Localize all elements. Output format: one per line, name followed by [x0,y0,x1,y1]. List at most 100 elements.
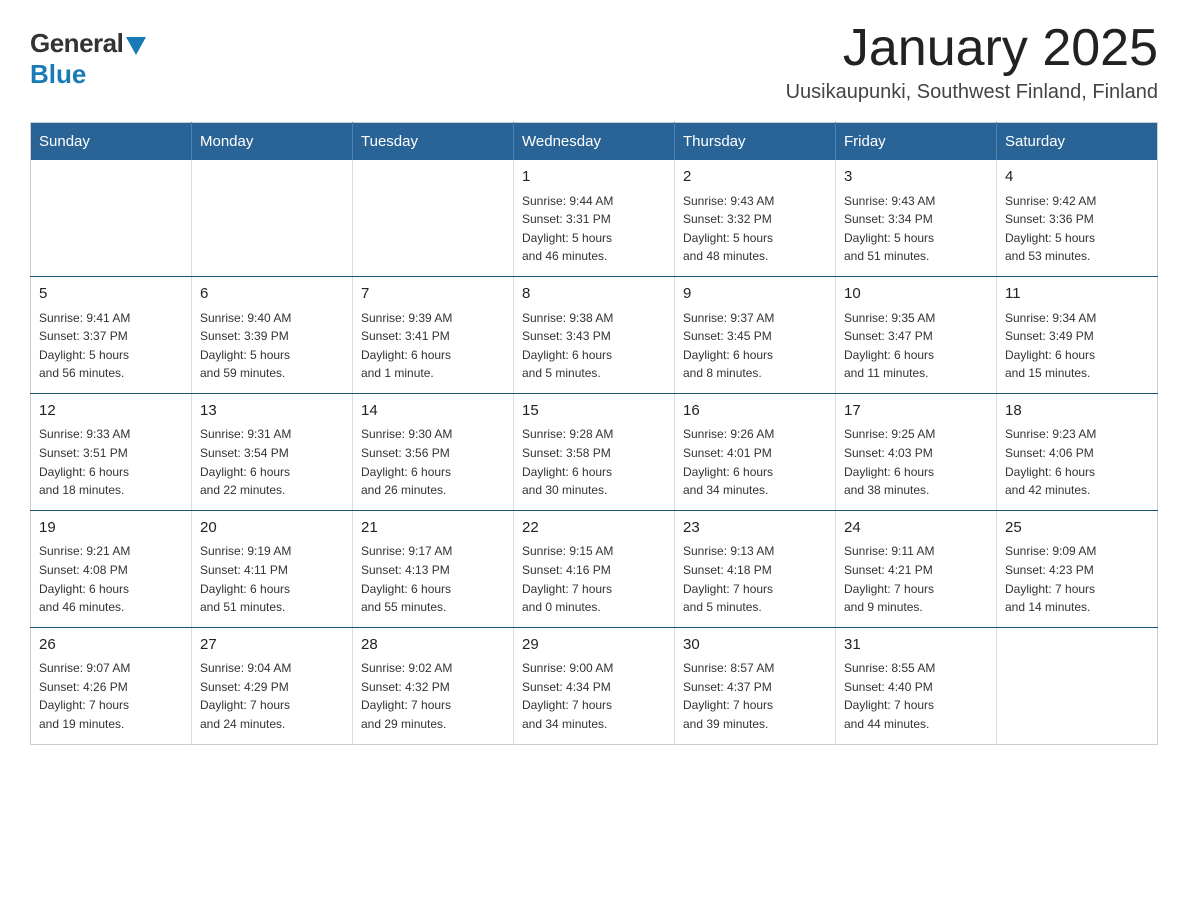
calendar-cell: 12Sunrise: 9:33 AM Sunset: 3:51 PM Dayli… [31,393,192,510]
day-info: Sunrise: 9:17 AM Sunset: 4:13 PM Dayligh… [361,542,505,616]
day-number: 1 [522,166,666,189]
calendar-cell: 14Sunrise: 9:30 AM Sunset: 3:56 PM Dayli… [353,393,514,510]
day-number: 29 [522,634,666,657]
day-of-week-header: Saturday [997,123,1158,161]
calendar-week-row: 5Sunrise: 9:41 AM Sunset: 3:37 PM Daylig… [31,277,1158,394]
day-number: 25 [1005,517,1149,540]
day-info: Sunrise: 9:07 AM Sunset: 4:26 PM Dayligh… [39,659,183,733]
calendar-cell [997,627,1158,744]
calendar-cell: 25Sunrise: 9:09 AM Sunset: 4:23 PM Dayli… [997,510,1158,627]
day-number: 13 [200,400,344,423]
day-number: 28 [361,634,505,657]
day-of-week-header: Wednesday [514,123,675,161]
calendar-cell: 4 Sunrise: 9:42 AM Sunset: 3:36 PM Daylig… [997,160,1158,276]
day-number: 22 [522,517,666,540]
calendar-cell: 17Sunrise: 9:25 AM Sunset: 4:03 PM Dayli… [836,393,997,510]
calendar-cell: 18Sunrise: 9:23 AM Sunset: 4:06 PM Dayli… [997,393,1158,510]
day-info: Sunrise: 9:33 AM Sunset: 3:51 PM Dayligh… [39,425,183,499]
day-info: Sunrise: 9:41 AM Sunset: 3:37 PM Dayligh… [39,309,183,383]
calendar-cell [192,160,353,276]
calendar-cell: 21Sunrise: 9:17 AM Sunset: 4:13 PM Dayli… [353,510,514,627]
calendar-cell: 8Sunrise: 9:38 AM Sunset: 3:43 PM Daylig… [514,277,675,394]
calendar-header-row: SundayMondayTuesdayWednesdayThursdayFrid… [31,123,1158,161]
day-info: Sunrise: 9:00 AM Sunset: 4:34 PM Dayligh… [522,659,666,733]
calendar-table: SundayMondayTuesdayWednesdayThursdayFrid… [30,122,1158,744]
day-info: Sunrise: 9:37 AM Sunset: 3:45 PM Dayligh… [683,309,827,383]
day-info: Sunrise: 9:25 AM Sunset: 4:03 PM Dayligh… [844,425,988,499]
calendar-cell: 16Sunrise: 9:26 AM Sunset: 4:01 PM Dayli… [675,393,836,510]
day-number: 9 [683,283,827,306]
calendar-cell: 23Sunrise: 9:13 AM Sunset: 4:18 PM Dayli… [675,510,836,627]
day-info: Sunrise: 9:43 AM Sunset: 3:34 PM Dayligh… [844,192,988,266]
calendar-cell: 1 Sunrise: 9:44 AM Sunset: 3:31 PM Daylig… [514,160,675,276]
day-number: 7 [361,283,505,306]
day-info: Sunrise: 9:39 AM Sunset: 3:41 PM Dayligh… [361,309,505,383]
calendar-cell: 2 Sunrise: 9:43 AM Sunset: 3:32 PM Daylig… [675,160,836,276]
calendar-week-row: 1 Sunrise: 9:44 AM Sunset: 3:31 PM Daylig… [31,160,1158,276]
day-number: 15 [522,400,666,423]
day-info: Sunrise: 9:26 AM Sunset: 4:01 PM Dayligh… [683,425,827,499]
calendar-cell: 31Sunrise: 8:55 AM Sunset: 4:40 PM Dayli… [836,627,997,744]
title-section: January 2025 Uusikaupunki, Southwest Fin… [786,20,1158,104]
calendar-cell [353,160,514,276]
day-info: Sunrise: 9:42 AM Sunset: 3:36 PM Dayligh… [1005,192,1149,266]
day-number: 30 [683,634,827,657]
day-of-week-header: Monday [192,123,353,161]
calendar-cell: 6Sunrise: 9:40 AM Sunset: 3:39 PM Daylig… [192,277,353,394]
day-number: 10 [844,283,988,306]
calendar-cell: 29Sunrise: 9:00 AM Sunset: 4:34 PM Dayli… [514,627,675,744]
logo: General Blue [30,28,146,90]
day-number: 24 [844,517,988,540]
day-of-week-header: Friday [836,123,997,161]
day-number: 23 [683,517,827,540]
day-info: Sunrise: 9:11 AM Sunset: 4:21 PM Dayligh… [844,542,988,616]
day-of-week-header: Thursday [675,123,836,161]
calendar-week-row: 26Sunrise: 9:07 AM Sunset: 4:26 PM Dayli… [31,627,1158,744]
day-number: 18 [1005,400,1149,423]
day-number: 26 [39,634,183,657]
day-info: Sunrise: 9:13 AM Sunset: 4:18 PM Dayligh… [683,542,827,616]
logo-general-text: General [30,28,123,59]
calendar-cell: 30Sunrise: 8:57 AM Sunset: 4:37 PM Dayli… [675,627,836,744]
logo-blue-text: Blue [30,59,86,90]
day-info: Sunrise: 9:35 AM Sunset: 3:47 PM Dayligh… [844,309,988,383]
calendar-cell: 9 Sunrise: 9:37 AM Sunset: 3:45 PM Daylig… [675,277,836,394]
calendar-cell: 22Sunrise: 9:15 AM Sunset: 4:16 PM Dayli… [514,510,675,627]
day-info: Sunrise: 9:23 AM Sunset: 4:06 PM Dayligh… [1005,425,1149,499]
day-info: Sunrise: 8:57 AM Sunset: 4:37 PM Dayligh… [683,659,827,733]
day-info: Sunrise: 9:44 AM Sunset: 3:31 PM Dayligh… [522,192,666,266]
day-number: 19 [39,517,183,540]
day-number: 16 [683,400,827,423]
day-number: 21 [361,517,505,540]
day-info: Sunrise: 9:09 AM Sunset: 4:23 PM Dayligh… [1005,542,1149,616]
day-info: Sunrise: 9:31 AM Sunset: 3:54 PM Dayligh… [200,425,344,499]
calendar-cell: 20Sunrise: 9:19 AM Sunset: 4:11 PM Dayli… [192,510,353,627]
day-info: Sunrise: 9:43 AM Sunset: 3:32 PM Dayligh… [683,192,827,266]
day-info: Sunrise: 9:19 AM Sunset: 4:11 PM Dayligh… [200,542,344,616]
day-number: 14 [361,400,505,423]
calendar-cell: 15Sunrise: 9:28 AM Sunset: 3:58 PM Dayli… [514,393,675,510]
calendar-cell: 27Sunrise: 9:04 AM Sunset: 4:29 PM Dayli… [192,627,353,744]
calendar-cell: 11Sunrise: 9:34 AM Sunset: 3:49 PM Dayli… [997,277,1158,394]
calendar-cell: 13Sunrise: 9:31 AM Sunset: 3:54 PM Dayli… [192,393,353,510]
calendar-cell: 7 Sunrise: 9:39 AM Sunset: 3:41 PM Daylig… [353,277,514,394]
day-info: Sunrise: 9:04 AM Sunset: 4:29 PM Dayligh… [200,659,344,733]
calendar-cell: 19Sunrise: 9:21 AM Sunset: 4:08 PM Dayli… [31,510,192,627]
day-info: Sunrise: 9:15 AM Sunset: 4:16 PM Dayligh… [522,542,666,616]
calendar-cell: 10 Sunrise: 9:35 AM Sunset: 3:47 PM Dayli… [836,277,997,394]
month-title: January 2025 [786,20,1158,77]
day-info: Sunrise: 8:55 AM Sunset: 4:40 PM Dayligh… [844,659,988,733]
calendar-cell: 28Sunrise: 9:02 AM Sunset: 4:32 PM Dayli… [353,627,514,744]
day-info: Sunrise: 9:28 AM Sunset: 3:58 PM Dayligh… [522,425,666,499]
logo-triangle-icon [126,37,146,55]
day-info: Sunrise: 9:21 AM Sunset: 4:08 PM Dayligh… [39,542,183,616]
day-of-week-header: Sunday [31,123,192,161]
day-number: 12 [39,400,183,423]
calendar-week-row: 12Sunrise: 9:33 AM Sunset: 3:51 PM Dayli… [31,393,1158,510]
day-number: 2 [683,166,827,189]
calendar-cell: 3 Sunrise: 9:43 AM Sunset: 3:34 PM Daylig… [836,160,997,276]
day-number: 4 [1005,166,1149,189]
day-number: 20 [200,517,344,540]
day-number: 11 [1005,283,1149,306]
day-number: 3 [844,166,988,189]
